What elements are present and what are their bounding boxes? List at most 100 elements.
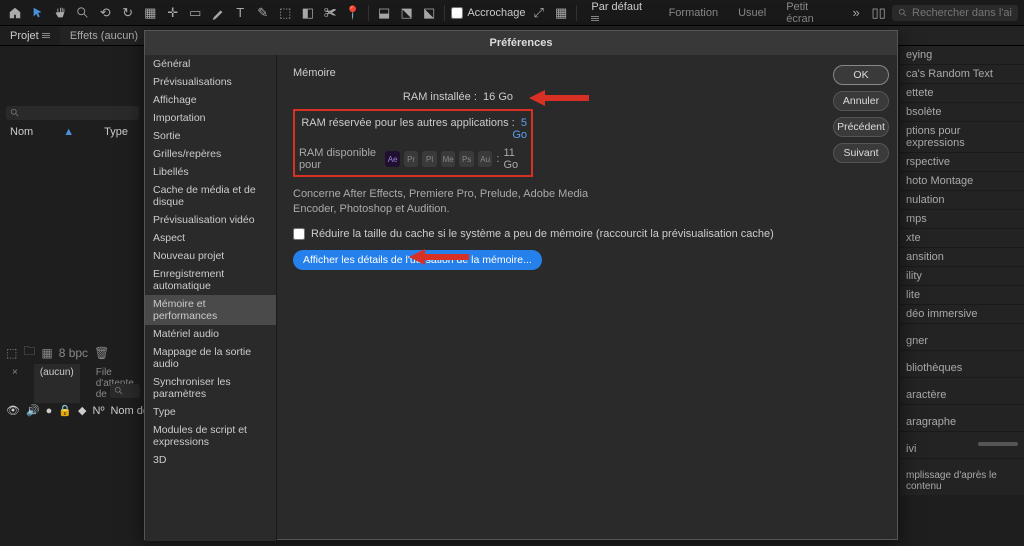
rotation-tool-icon[interactable]: ↻ bbox=[119, 3, 138, 23]
snapping-checkbox[interactable]: Accrochage bbox=[451, 7, 525, 19]
highlighted-ram-box: RAM réservée pour les autres application… bbox=[293, 109, 533, 177]
tab-projet[interactable]: Projet bbox=[0, 27, 60, 45]
lock-icon[interactable]: 🔒 bbox=[58, 404, 72, 417]
preferences-dialog: Préférences Général Prévisualisations Af… bbox=[144, 30, 898, 540]
world-axis-icon[interactable]: ⬔ bbox=[397, 3, 416, 23]
project-search[interactable] bbox=[6, 106, 139, 120]
side-item[interactable]: lite bbox=[900, 286, 1024, 305]
hand-tool-icon[interactable] bbox=[51, 3, 70, 23]
orbit-tool-icon[interactable]: ⟲ bbox=[96, 3, 115, 23]
cat-audiomap[interactable]: Mappage de la sortie audio bbox=[145, 343, 276, 373]
side-item[interactable]: ility bbox=[900, 267, 1024, 286]
view-axis-icon[interactable]: ⬕ bbox=[420, 3, 439, 23]
cat-videopreview[interactable]: Prévisualisation vidéo bbox=[145, 211, 276, 229]
pan-behind-tool-icon[interactable]: ✛ bbox=[164, 3, 183, 23]
label-icon[interactable]: ◆ bbox=[78, 404, 86, 417]
interpret-icon[interactable]: ⬚ bbox=[6, 346, 17, 360]
side-item[interactable]: nulation bbox=[900, 191, 1024, 210]
chevron-right-icon[interactable]: » bbox=[847, 3, 866, 23]
cat-newproject[interactable]: Nouveau projet bbox=[145, 247, 276, 265]
app-pl-icon: Pl bbox=[422, 151, 437, 167]
new-comp-icon[interactable]: ▦ bbox=[41, 346, 52, 360]
cat-scripting[interactable]: Modules de script et expressions bbox=[145, 421, 276, 451]
previous-button[interactable]: Précédent bbox=[833, 117, 889, 137]
timeline-none[interactable]: (aucun) bbox=[34, 364, 80, 403]
cat-grids[interactable]: Grilles/repères bbox=[145, 145, 276, 163]
cat-sync[interactable]: Synchroniser les paramètres bbox=[145, 373, 276, 403]
camera-tool-icon[interactable]: ▦ bbox=[141, 3, 160, 23]
cat-type[interactable]: Type bbox=[145, 403, 276, 421]
cat-import[interactable]: Importation bbox=[145, 109, 276, 127]
next-button[interactable]: Suivant bbox=[833, 143, 889, 163]
cat-audiohw[interactable]: Matériel audio bbox=[145, 325, 276, 343]
cross-icon[interactable]: × bbox=[6, 364, 24, 403]
cat-output[interactable]: Sortie bbox=[145, 127, 276, 145]
side-item[interactable]: ansition bbox=[900, 248, 1024, 267]
side-item[interactable]: ettete bbox=[900, 84, 1024, 103]
scroll-indicator[interactable] bbox=[978, 442, 1018, 446]
workspace-default[interactable]: Par défaut bbox=[583, 1, 656, 25]
app-ae-icon: Ae bbox=[385, 151, 400, 167]
tab-effets[interactable]: Effets (aucun) bbox=[60, 27, 148, 45]
col-nom[interactable]: Nom bbox=[10, 126, 33, 138]
help-search[interactable] bbox=[892, 5, 1018, 21]
cat-appearance[interactable]: Aspect bbox=[145, 229, 276, 247]
ok-button[interactable]: OK bbox=[833, 65, 889, 85]
cat-general[interactable]: Général bbox=[145, 55, 276, 73]
local-axis-icon[interactable]: ⬓ bbox=[375, 3, 394, 23]
home-icon[interactable] bbox=[6, 3, 25, 23]
folder-icon[interactable]: 🗀 bbox=[23, 342, 35, 363]
bpc-toggle[interactable]: 8 bpc bbox=[59, 346, 88, 360]
brush-tool-icon[interactable]: ✎ bbox=[254, 3, 273, 23]
side-item[interactable]: aractère bbox=[900, 386, 1024, 405]
cat-previews[interactable]: Prévisualisations bbox=[145, 73, 276, 91]
cat-memory[interactable]: Mémoire et performances bbox=[145, 295, 276, 325]
zoom-tool-icon[interactable] bbox=[74, 3, 93, 23]
col-type[interactable]: Type bbox=[104, 126, 128, 138]
side-item[interactable]: ptions pour expressions bbox=[900, 122, 1024, 153]
side-item[interactable]: ca's Random Text bbox=[900, 65, 1024, 84]
reduce-cache-checkbox[interactable]: Réduire la taille du cache si le système… bbox=[293, 228, 809, 240]
side-item[interactable]: hoto Montage bbox=[900, 172, 1024, 191]
text-tool-icon[interactable]: T bbox=[231, 3, 250, 23]
side-item[interactable]: déo immersive bbox=[900, 305, 1024, 324]
annotation-arrow-icon bbox=[409, 248, 469, 266]
audio-icon[interactable]: 🔊 bbox=[26, 404, 40, 417]
workspace-formation[interactable]: Formation bbox=[661, 7, 727, 19]
puppet-tool-icon[interactable]: 📍 bbox=[344, 3, 363, 23]
side-item[interactable]: gner bbox=[900, 332, 1024, 351]
dialog-title: Préférences bbox=[145, 31, 897, 55]
side-item[interactable]: bsolète bbox=[900, 103, 1024, 122]
eye-icon[interactable]: 👁 bbox=[6, 404, 20, 417]
side-item[interactable]: xte bbox=[900, 229, 1024, 248]
ram-reserved-value[interactable]: 5 Go bbox=[512, 117, 527, 141]
app-au-icon: Au bbox=[478, 151, 493, 167]
cancel-button[interactable]: Annuler bbox=[833, 91, 889, 111]
eraser-tool-icon[interactable]: ◧ bbox=[299, 3, 318, 23]
pen-tool-icon[interactable] bbox=[209, 3, 228, 23]
side-item[interactable]: mps bbox=[900, 210, 1024, 229]
cat-autosave[interactable]: Enregistrement automatique bbox=[145, 265, 276, 295]
side-item[interactable]: aragraphe bbox=[900, 413, 1024, 432]
selection-tool-icon[interactable] bbox=[29, 3, 48, 23]
cat-labels[interactable]: Libellés bbox=[145, 163, 276, 181]
roto-tool-icon[interactable]: ✀ bbox=[321, 3, 340, 23]
cat-display[interactable]: Affichage bbox=[145, 91, 276, 109]
cat-mediacache[interactable]: Cache de média et de disque bbox=[145, 181, 276, 211]
solo-icon[interactable]: ● bbox=[46, 405, 53, 417]
cat-3d[interactable]: 3D bbox=[145, 451, 276, 469]
workspace-menu-icon[interactable]: ▯▯ bbox=[869, 3, 888, 23]
side-item[interactable]: rspective bbox=[900, 153, 1024, 172]
shape-tool-icon[interactable]: ▭ bbox=[186, 3, 205, 23]
workspace-petit[interactable]: Petit écran bbox=[778, 1, 843, 25]
side-item[interactable]: mplissage d'après le contenu bbox=[900, 467, 1024, 495]
timeline-search[interactable] bbox=[110, 384, 140, 398]
snap-opts-icon[interactable]: ⤢ bbox=[529, 3, 548, 23]
snap-grid-icon[interactable]: ▦ bbox=[552, 3, 571, 23]
help-search-input[interactable] bbox=[912, 7, 1012, 19]
side-item[interactable]: eying bbox=[900, 46, 1024, 65]
workspace-usuel[interactable]: Usuel bbox=[730, 7, 774, 19]
clone-tool-icon[interactable]: ⬚ bbox=[276, 3, 295, 23]
trash-icon[interactable]: 🗑 bbox=[94, 346, 109, 360]
side-item[interactable]: bliothèques bbox=[900, 359, 1024, 378]
